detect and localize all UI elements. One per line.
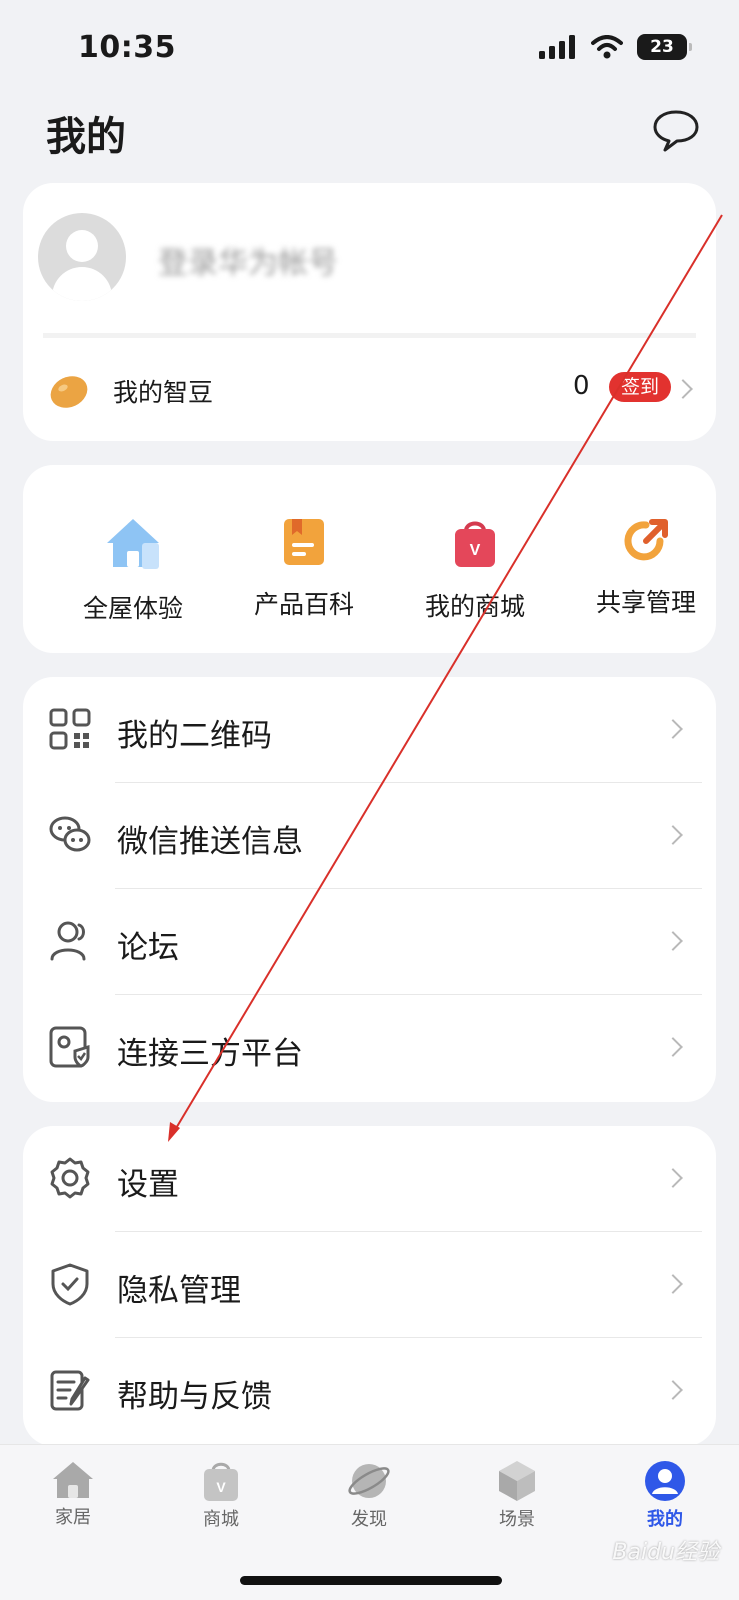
chevron-right-icon xyxy=(663,825,683,845)
menu-item-settings[interactable]: 设置 xyxy=(23,1126,716,1232)
edit-icon xyxy=(50,1370,90,1411)
svg-text:V: V xyxy=(216,1479,226,1495)
status-time: 10:35 xyxy=(78,30,176,65)
menu-item-label: 微信推送信息 xyxy=(117,824,303,860)
menu-card-2: 设置 隐私管理 帮助与反馈 xyxy=(23,1126,716,1446)
house-icon xyxy=(107,519,159,569)
status-icons: 23 xyxy=(539,34,692,60)
tab-label: 场景 xyxy=(499,1509,535,1530)
users-icon xyxy=(50,921,86,961)
quick-actions-card: 全屋体验 产品百科 V 我的商城 共享管理 xyxy=(23,465,716,653)
cellular-signal-icon xyxy=(539,35,575,59)
battery-icon: 23 xyxy=(637,34,692,60)
book-icon xyxy=(284,519,324,565)
planet-icon xyxy=(348,1464,390,1498)
bag-icon: V xyxy=(204,1462,238,1501)
menu-item-help-feedback[interactable]: 帮助与反馈 xyxy=(23,1338,716,1444)
menu-item-label: 隐私管理 xyxy=(117,1273,241,1309)
chevron-right-icon xyxy=(663,1274,683,1294)
page-title: 我的 xyxy=(46,114,126,160)
gear-icon xyxy=(50,1157,90,1199)
person-icon xyxy=(645,1461,685,1501)
svg-text:V: V xyxy=(470,542,481,559)
tab-mall[interactable]: V 商城 xyxy=(166,1459,276,1531)
menu-card-1: 我的二维码 微信推送信息 论坛 连接三方平台 xyxy=(23,677,716,1102)
connect-platform-icon xyxy=(49,1026,90,1068)
quick-action-label: 共享管理 xyxy=(595,588,696,617)
tab-label: 我的 xyxy=(647,1509,683,1530)
menu-item-privacy[interactable]: 隐私管理 xyxy=(23,1232,716,1338)
beans-label: 我的智豆 xyxy=(113,378,214,407)
shopping-bag-icon: V xyxy=(455,521,495,567)
menu-item-label: 我的二维码 xyxy=(117,718,272,754)
status-bar: 10:35 23 xyxy=(0,0,739,95)
login-account-text[interactable]: 登录华为帐号 xyxy=(158,238,338,282)
quick-action-whole-house[interactable]: 全屋体验 xyxy=(48,517,218,625)
chevron-right-icon xyxy=(663,931,683,951)
quick-action-product-wiki[interactable]: 产品百科 xyxy=(219,517,389,621)
home-indicator xyxy=(240,1576,502,1585)
menu-item-label: 帮助与反馈 xyxy=(117,1379,272,1415)
quick-action-label: 产品百科 xyxy=(253,590,354,619)
avatar-body-shape xyxy=(52,267,112,301)
home-icon xyxy=(53,1462,93,1498)
menu-item-qr-code[interactable]: 我的二维码 xyxy=(23,677,716,783)
bean-icon xyxy=(50,376,88,408)
beans-row[interactable]: 我的智豆 0 签到 xyxy=(23,338,716,438)
avatar-head-shape xyxy=(66,230,98,262)
chevron-right-icon xyxy=(673,379,693,399)
message-icon[interactable] xyxy=(651,108,701,154)
chevron-right-icon xyxy=(663,1037,683,1057)
wifi-icon xyxy=(591,35,623,59)
menu-item-label: 连接三方平台 xyxy=(117,1036,303,1072)
chevron-right-icon xyxy=(663,1168,683,1188)
quick-action-label: 全屋体验 xyxy=(82,594,183,623)
tab-label: 商城 xyxy=(203,1509,239,1530)
tab-label: 发现 xyxy=(351,1509,387,1530)
quick-action-share-management[interactable]: 共享管理 xyxy=(561,517,731,619)
battery-level: 23 xyxy=(650,37,674,57)
watermark-logo: Baidu经验 xyxy=(612,1540,719,1565)
wechat-icon xyxy=(49,816,91,852)
qr-code-icon xyxy=(49,708,91,750)
shield-icon xyxy=(51,1263,89,1306)
menu-item-wechat-push[interactable]: 微信推送信息 xyxy=(23,783,716,889)
quick-action-my-mall[interactable]: V 我的商城 xyxy=(390,517,560,623)
chevron-right-icon xyxy=(663,1380,683,1400)
chevron-right-icon xyxy=(663,719,683,739)
share-icon xyxy=(624,519,668,561)
tab-label: 家居 xyxy=(55,1507,91,1528)
tab-discover[interactable]: 发现 xyxy=(314,1459,424,1531)
quick-action-label: 我的商城 xyxy=(424,592,525,621)
tab-me[interactable]: 我的 xyxy=(610,1459,720,1531)
avatar[interactable] xyxy=(38,213,126,301)
profile-card: 登录华为帐号 我的智豆 0 签到 xyxy=(23,183,716,441)
menu-item-label: 论坛 xyxy=(117,930,179,966)
tab-home[interactable]: 家居 xyxy=(18,1459,128,1529)
menu-item-label: 设置 xyxy=(117,1167,179,1203)
cube-icon xyxy=(499,1461,535,1501)
menu-item-forum[interactable]: 论坛 xyxy=(23,889,716,995)
menu-item-third-party[interactable]: 连接三方平台 xyxy=(23,995,716,1101)
tab-scenes[interactable]: 场景 xyxy=(462,1459,572,1531)
beans-count: 0 xyxy=(573,371,590,401)
signin-button[interactable]: 签到 xyxy=(609,372,672,402)
